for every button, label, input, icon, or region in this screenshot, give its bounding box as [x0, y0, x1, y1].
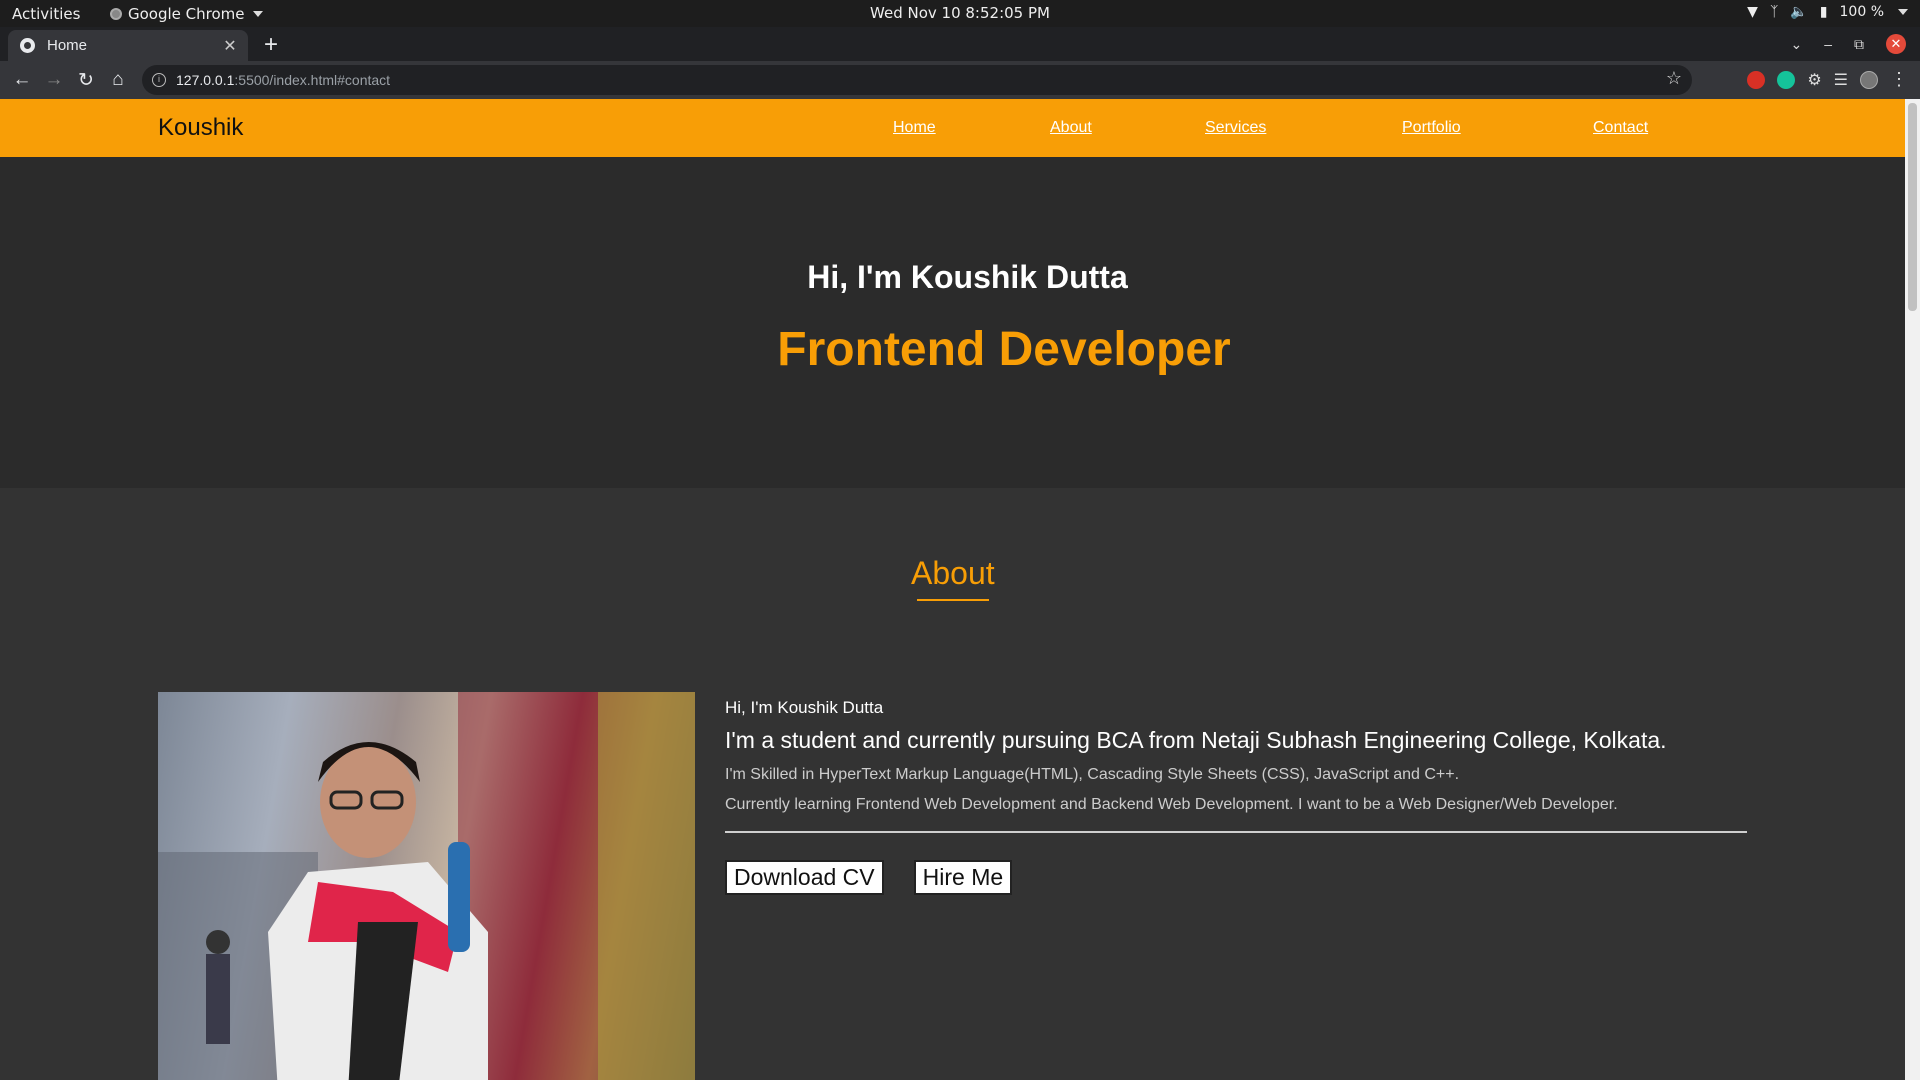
avatar[interactable] [1860, 70, 1878, 89]
about-section: About Hi, I'm Koushik Dutta I'm a studen… [0, 488, 1905, 1080]
app-menu[interactable]: Google Chrome [110, 5, 263, 23]
about-intro: Hi, I'm Koushik Dutta [725, 698, 884, 717]
nav-link-about[interactable]: About [1050, 119, 1092, 137]
volume-icon: 🔈 [1790, 4, 1808, 20]
about-headline: I'm a student and currently pursuing BCA… [725, 727, 1667, 753]
app-menu-label: Google Chrome [128, 5, 245, 23]
window-close-button[interactable]: ✕ [1886, 34, 1906, 54]
home-icon[interactable]: ⌂ [102, 69, 134, 91]
address-bar[interactable]: i 127.0.0.1 :5500/index.html#contact ☆ [142, 65, 1692, 95]
nav-link-home[interactable]: Home [893, 119, 936, 137]
tab-title: Home [47, 37, 88, 54]
about-text: Hi, I'm Koushik Dutta I'm a student and … [725, 698, 1747, 895]
system-tray[interactable]: ▼ ᛉ 🔈 ▮ 100 % [1747, 4, 1908, 20]
bookmark-star-icon[interactable]: ☆ [1666, 68, 1682, 89]
about-buttons: Download CV Hire Me [725, 860, 1747, 895]
reload-icon[interactable]: ↻ [70, 69, 102, 92]
tab-home[interactable]: Home ✕ [8, 30, 248, 61]
extension-red-icon[interactable] [1747, 70, 1766, 89]
maximize-button[interactable]: ⧉ [1854, 36, 1864, 53]
about-skills: I'm Skilled in HyperText Markup Language… [725, 766, 1460, 783]
window-controls: ⌄ – ⧉ ✕ [1790, 27, 1920, 61]
minimize-button[interactable]: – [1824, 36, 1832, 52]
url-path: :5500/index.html#contact [234, 72, 391, 88]
battery-level: 100 % [1839, 4, 1884, 20]
new-tab-button[interactable]: + [258, 31, 284, 59]
download-cv-button[interactable]: Download CV [725, 860, 884, 895]
nav-link-services[interactable]: Services [1205, 119, 1266, 137]
more-menu-icon[interactable]: ⋮ [1890, 69, 1908, 90]
close-icon[interactable]: ✕ [220, 36, 240, 56]
hero-section: Hi, I'm Koushik Dutta Frontend Developer [0, 157, 1905, 488]
chevron-down-icon [252, 11, 263, 17]
chrome-icon [110, 8, 122, 20]
wifi-icon: ▼ [1747, 4, 1758, 20]
battery-icon: ▮ [1819, 4, 1828, 20]
nav-link-contact[interactable]: Contact [1593, 119, 1648, 137]
grammarly-icon[interactable] [1777, 70, 1796, 89]
site-brand[interactable]: Koushik [158, 114, 243, 142]
clock[interactable]: Wed Nov 10 8:52:05 PM [870, 4, 1050, 22]
back-arrow-icon[interactable]: ← [6, 69, 38, 91]
forward-arrow-icon[interactable]: → [38, 69, 70, 91]
nav-link-portfolio[interactable]: Portfolio [1402, 119, 1461, 137]
tab-strip: Home ✕ + ⌄ – ⧉ ✕ [0, 27, 1920, 61]
activities-button[interactable]: Activities [12, 5, 80, 23]
media-icon[interactable]: ☰ [1834, 70, 1848, 90]
divider [725, 831, 1747, 833]
profile-photo-illustration [158, 692, 695, 1080]
puzzle-icon[interactable]: ⚙ [1807, 70, 1821, 90]
profile-photo [158, 692, 695, 1080]
extensions-area: ⚙ ☰ ⋮ [1747, 69, 1908, 90]
bluetooth-icon: ᛉ [1769, 4, 1779, 20]
system-top-bar: Activities Google Chrome Wed Nov 10 8:52… [0, 0, 1920, 27]
page-scrollbar[interactable] [1905, 99, 1920, 1080]
tab-search-icon[interactable]: ⌄ [1790, 36, 1802, 53]
web-page: Koushik Home About Services Portfolio Co… [0, 99, 1905, 1080]
about-learning: Currently learning Frontend Web Developm… [725, 796, 1618, 813]
hire-me-button[interactable]: Hire Me [913, 860, 1013, 895]
chevron-down-icon [1898, 9, 1908, 15]
hero-role: Frontend Developer [777, 323, 1231, 376]
globe-icon [20, 38, 35, 53]
site-navbar: Koushik Home About Services Portfolio Co… [0, 99, 1905, 157]
about-title-underline [917, 599, 989, 601]
scrollbar-thumb[interactable] [1908, 103, 1917, 311]
hero-greeting: Hi, I'm Koushik Dutta [807, 259, 1128, 295]
about-title: About [911, 555, 995, 591]
url-host: 127.0.0.1 [176, 72, 235, 88]
browser-toolbar: ← → ↻ ⌂ i 127.0.0.1 :5500/index.html#con… [0, 61, 1920, 99]
site-info-icon[interactable]: i [152, 73, 166, 87]
